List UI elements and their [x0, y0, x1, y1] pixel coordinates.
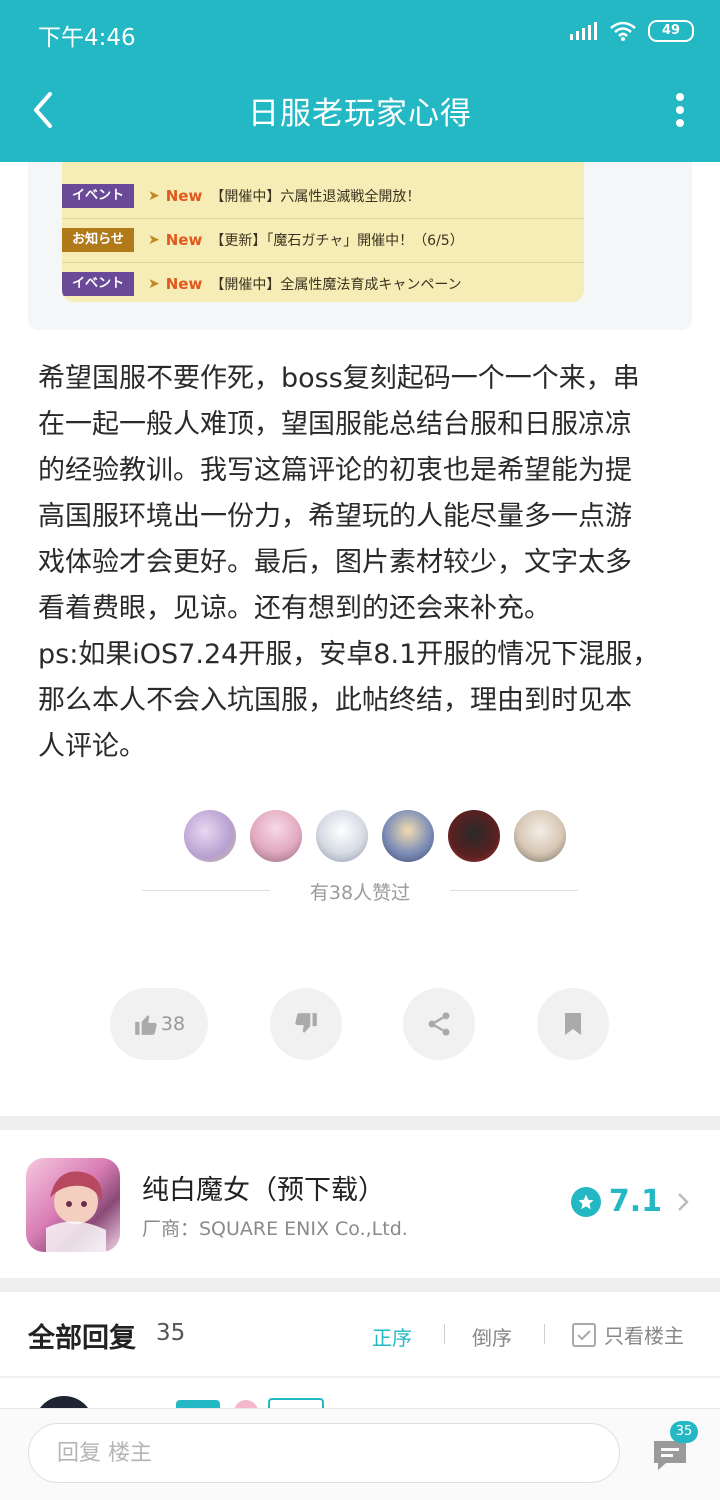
banner-text: 【開催中】全属性魔法育成キャンペーン: [210, 277, 462, 293]
game-icon[interactable]: [26, 1158, 120, 1252]
post-line: ps:如果iOS7.24开服，安卓8.1开服的情况下混服，: [38, 639, 660, 670]
dislike-button[interactable]: [270, 988, 342, 1060]
banner-tag: イベント: [62, 184, 134, 208]
wifi-icon: [610, 21, 636, 41]
top-bar: 下午4:46 49 日服老玩家心得: [0, 0, 720, 162]
game-card[interactable]: 纯白魔女（预下载） 厂商：SQUARE ENIX Co.,Ltd. 7.1: [0, 1130, 720, 1278]
share-button[interactable]: [403, 988, 475, 1060]
game-art-icon: [46, 1171, 106, 1252]
post-image-container: イベント ➤ New 【開催中】六属性退滅戦全開放！ お知らせ ➤ New 【更…: [28, 162, 692, 330]
thumbs-down-icon: [295, 1013, 317, 1033]
banner-row: イベント ➤ New 【開催中】六属性退滅戦全開放！: [62, 174, 584, 219]
banner-tag: イベント: [62, 272, 134, 296]
only-op-toggle[interactable]: 只看楼主: [572, 1320, 684, 1349]
more-options-icon[interactable]: [674, 92, 686, 128]
level-badge: [176, 1400, 220, 1408]
bottom-bar: 回复 楼主 35: [0, 1408, 720, 1500]
avatar[interactable]: [34, 1396, 94, 1408]
thumbs-up-icon: [135, 1015, 157, 1035]
banner-row: イベント ➤ New 【開催中】全属性魔法育成キャンペーン: [62, 262, 584, 302]
status-time: 下午4:46: [38, 25, 136, 51]
replies-header: 全部回复 35 正序 倒序 只看楼主: [0, 1292, 720, 1376]
star-icon: [570, 1186, 601, 1217]
post-body: 希望国服不要作死，boss复刻起码一个一个来，串 在一起一般人难顶，望国服能总结…: [38, 356, 683, 770]
like-count: 38: [160, 1013, 186, 1035]
sort-descending-tab[interactable]: 倒序: [472, 1322, 512, 1351]
liked-count-text[interactable]: 有38人赞过: [0, 878, 720, 905]
avatar[interactable]: [512, 808, 568, 864]
section-divider: [0, 1278, 720, 1292]
post-line: 人评论。: [38, 731, 146, 762]
avatar[interactable]: [314, 808, 370, 864]
banner-text: 【開催中】六属性退滅戦全開放！: [210, 189, 421, 205]
banner-new-label: New: [165, 275, 203, 293]
post-image[interactable]: イベント ➤ New 【開催中】六属性退滅戦全開放！ お知らせ ➤ New 【更…: [62, 162, 584, 302]
post-line: 的经验教训。我写这篇评论的初衷也是希望能为提: [38, 455, 632, 486]
share-icon: [428, 1012, 450, 1036]
banner-tag: お知らせ: [62, 228, 134, 252]
post-line: 戏体验才会更好。最后，图片素材较少，文字太多: [38, 547, 632, 578]
banner-new-label: New: [165, 231, 203, 249]
bookmark-button[interactable]: [537, 988, 609, 1060]
battery-indicator: 49: [648, 20, 694, 42]
status-icons: 49: [570, 20, 694, 42]
liker-avatars[interactable]: [182, 808, 568, 864]
separator: [444, 1324, 445, 1344]
arrow-icon: ➤: [148, 232, 160, 248]
post-line: 看着费眼，见谅。还有想到的还会来补充。: [38, 593, 551, 624]
game-rating[interactable]: 7.1: [570, 1184, 690, 1219]
checkbox-icon[interactable]: [572, 1322, 596, 1347]
separator: [544, 1324, 545, 1344]
signal-icon: [570, 22, 597, 40]
post-line: 在一起一般人难顶，望国服能总结台服和日服凉凉: [38, 409, 632, 440]
like-button[interactable]: 38: [110, 988, 208, 1060]
replies-count: 35: [156, 1320, 186, 1346]
reply-input[interactable]: 回复 楼主: [28, 1423, 620, 1483]
arrow-icon: ➤: [148, 188, 160, 204]
banner-row: お知らせ ➤ New 【更新】「魔石ガチャ」開催中！（6/5）: [62, 218, 584, 263]
replies-title: 全部回复: [28, 1323, 136, 1354]
chevron-right-icon: [678, 1192, 689, 1211]
bookmark-icon: [565, 1013, 581, 1035]
comment-count-badge: 35: [670, 1421, 698, 1443]
avatar[interactable]: [182, 808, 238, 864]
post-line: 高国服环境出一份力，希望玩的人能尽量多一点游: [38, 501, 632, 532]
banner-new-label: New: [165, 187, 203, 205]
game-vendor: 厂商：SQUARE ENIX Co.,Ltd.: [142, 1218, 408, 1240]
post-line: 希望国服不要作死，boss复刻起码一个一个来，串: [38, 363, 640, 394]
page-title: 日服老玩家心得: [248, 96, 472, 132]
arrow-icon: ➤: [148, 276, 160, 292]
rating-value: 7.1: [608, 1184, 662, 1219]
post-line: 那么本人不会入坑国服，此帖终结，理由到时见本: [38, 685, 632, 716]
badge-icon: [234, 1400, 258, 1408]
only-op-label: 只看楼主: [604, 1324, 684, 1348]
section-divider: [0, 1116, 720, 1130]
reply-item-partial[interactable]: [0, 1378, 720, 1408]
game-name: 纯白魔女（预下载）: [142, 1175, 385, 1206]
sort-ascending-tab[interactable]: 正序: [372, 1322, 412, 1351]
avatar[interactable]: [446, 808, 502, 864]
banner-text: 【更新】「魔石ガチャ」開催中！（6/5）: [210, 233, 464, 249]
avatar[interactable]: [248, 808, 304, 864]
role-badge: [268, 1398, 324, 1408]
avatar[interactable]: [380, 808, 436, 864]
